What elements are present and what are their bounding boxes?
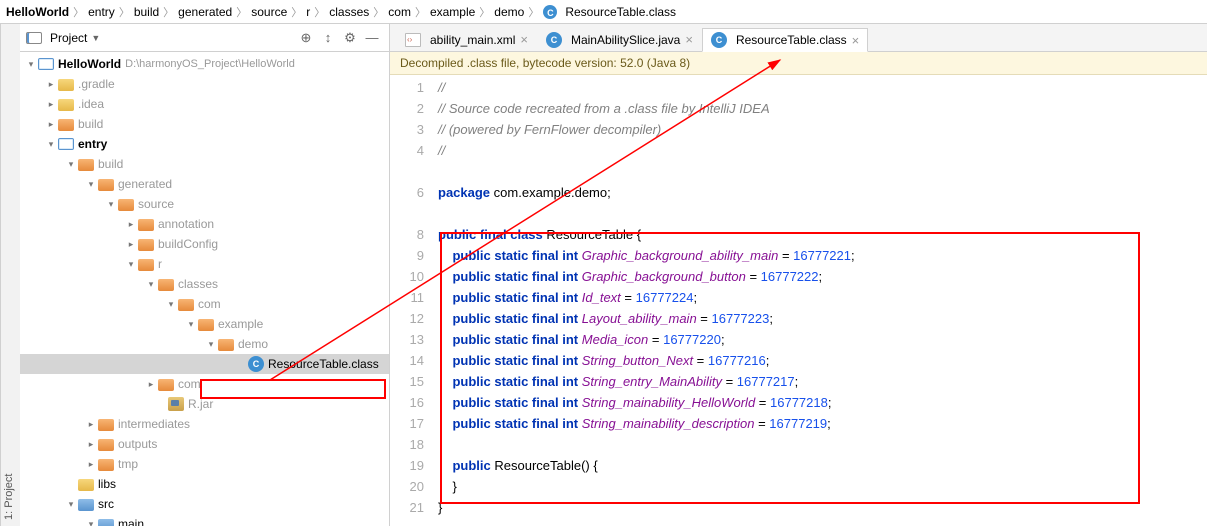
breadcrumb-item[interactable]: com [388,5,411,19]
tree-item[interactable]: ▾example [20,314,389,334]
tree-item[interactable]: ▸buildConfig [20,234,389,254]
folder-icon [98,439,114,451]
project-tree[interactable]: ▾HelloWorldD:\harmonyOS_Project\HelloWor… [20,52,389,526]
tree-item[interactable]: ▸.idea [20,94,389,114]
folder-icon [138,219,154,231]
breadcrumb-item[interactable]: example [430,5,475,19]
breadcrumb-item[interactable]: generated [178,5,232,19]
breadcrumb-item[interactable]: source [251,5,287,19]
select-opened-file-button[interactable]: ⊕ [295,27,317,49]
tree-item[interactable]: ▾src [20,494,389,514]
breadcrumb-item[interactable]: demo [494,5,524,19]
breadcrumb-file[interactable]: ResourceTable.class [543,5,676,19]
tree-item[interactable]: ▸.gradle [20,74,389,94]
folder-icon [98,419,114,431]
tree-item[interactable]: ▾generated [20,174,389,194]
decompiled-banner: Decompiled .class file, bytecode version… [390,52,1207,75]
editor-tab[interactable]: MainAbilitySlice.java× [537,27,702,51]
tree-item[interactable]: ▾r [20,254,389,274]
xml-icon [405,33,421,47]
tree-item[interactable]: ▾source [20,194,389,214]
breadcrumb-item[interactable]: HelloWorld [6,5,69,19]
chevron-down-icon: ▼ [91,33,100,43]
breadcrumb-item[interactable]: build [134,5,159,19]
folder-icon [118,199,134,211]
folder-icon [138,259,154,271]
tree-item-resource-table[interactable]: ·ResourceTable.class [20,354,389,374]
folder-icon [98,459,114,471]
jar-icon [168,397,184,411]
folder-icon [78,479,94,491]
close-icon[interactable]: × [852,33,860,48]
folder-icon [218,339,234,351]
module-icon [58,138,74,150]
close-icon[interactable]: × [520,32,528,47]
tree-item[interactable]: ▸com [20,374,389,394]
folder-icon [158,279,174,291]
folder-icon [98,179,114,191]
class-icon [711,32,727,48]
folder-icon [138,239,154,251]
class-icon [248,356,264,372]
expand-all-button[interactable]: ↕ [317,27,339,49]
editor-tab[interactable]: ability_main.xml× [396,27,537,51]
module-icon [38,58,54,70]
project-icon [26,32,42,44]
tree-item[interactable]: ▸annotation [20,214,389,234]
folder-icon [78,159,94,171]
close-icon[interactable]: × [685,32,693,47]
tree-item[interactable]: ·R.jar [20,394,389,414]
folder-icon [158,379,174,391]
tree-item[interactable]: ▾demo [20,334,389,354]
project-view-selector[interactable]: Project ▼ [26,31,100,45]
project-tool-tab[interactable]: 1: Project [0,24,20,526]
class-icon [546,32,562,48]
editor-tab-active[interactable]: ResourceTable.class× [702,28,868,52]
tree-item[interactable]: ·libs [20,474,389,494]
breadcrumb: HelloWorld〉 entry〉 build〉 generated〉 sou… [0,0,1207,24]
class-icon [543,5,557,19]
breadcrumb-item[interactable]: r [306,5,310,19]
code-content[interactable]: // // Source code recreated from a .clas… [432,75,1207,526]
tree-item[interactable]: ▾com [20,294,389,314]
folder-icon [78,499,94,511]
tree-item[interactable]: ▾build [20,154,389,174]
breadcrumb-item[interactable]: classes [329,5,369,19]
settings-gear-icon[interactable]: ⚙ [339,27,361,49]
hide-panel-button[interactable]: — [361,27,383,49]
tree-item[interactable]: ▾classes [20,274,389,294]
tree-item[interactable]: ▾entry [20,134,389,154]
tree-item[interactable]: ▸build [20,114,389,134]
tree-root[interactable]: ▾HelloWorldD:\harmonyOS_Project\HelloWor… [20,54,389,74]
folder-icon [198,319,214,331]
project-panel-header: Project ▼ ⊕ ↕ ⚙ — [20,24,389,52]
tree-item[interactable]: ▾main [20,514,389,526]
breadcrumb-item[interactable]: entry [88,5,115,19]
folder-icon [58,99,74,111]
folder-icon [98,519,114,526]
tree-item[interactable]: ▸outputs [20,434,389,454]
tree-item[interactable]: ▸tmp [20,454,389,474]
gutter: 1 2 3 4 6 8 9 10 11 12 13 14 15 16 17 18… [390,75,432,526]
editor-tabs: ability_main.xml× MainAbilitySlice.java×… [390,24,1207,52]
tree-item[interactable]: ▸intermediates [20,414,389,434]
folder-icon [58,79,74,91]
folder-icon [58,119,74,131]
folder-icon [178,299,194,311]
code-editor[interactable]: 1 2 3 4 6 8 9 10 11 12 13 14 15 16 17 18… [390,75,1207,526]
